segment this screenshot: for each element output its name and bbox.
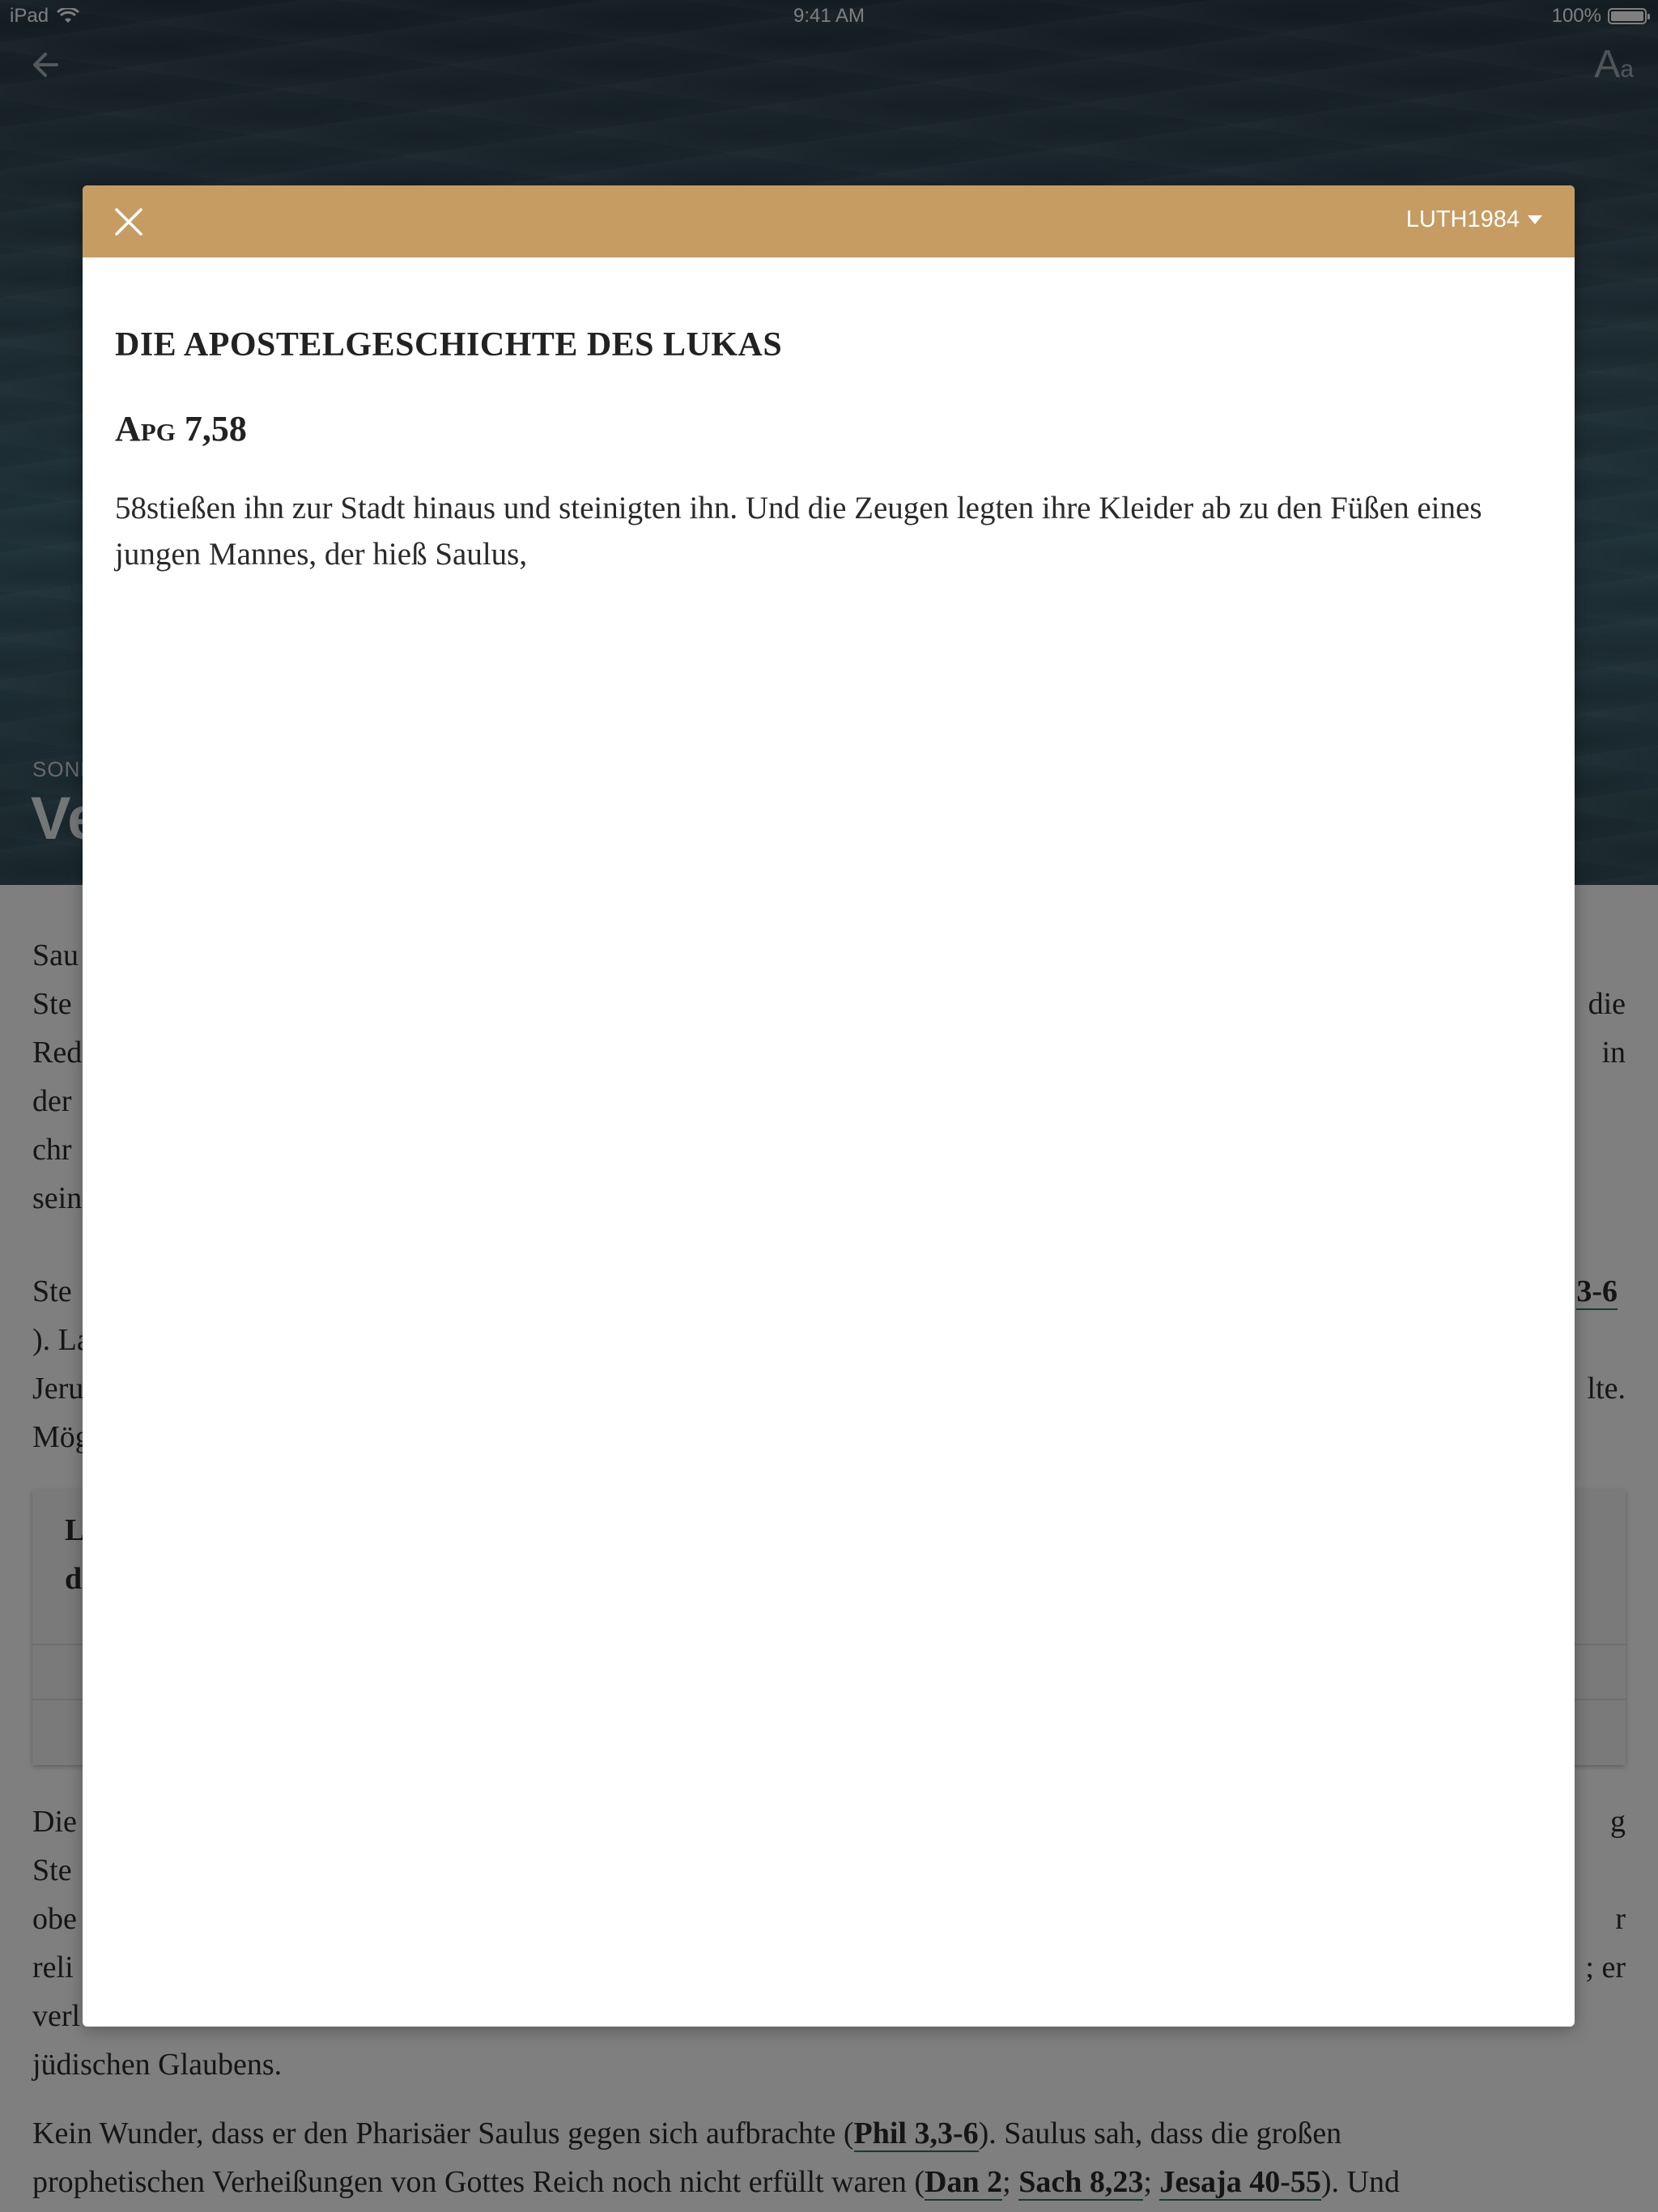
caret-down-icon xyxy=(1528,215,1542,224)
verse-reference: Apg 7,58 xyxy=(115,409,247,449)
book-title: DIE APOSTELGESCHICHTE DES LUKAS xyxy=(115,326,783,364)
modal-header: LUTH1984 xyxy=(83,185,1575,257)
verse-text: 58stießen ihn zur Stadt hinaus und stein… xyxy=(115,491,1482,572)
version-label: LUTH1984 xyxy=(1405,206,1520,232)
close-icon[interactable] xyxy=(110,203,147,240)
bible-verse-modal: LUTH1984 DIE APOSTELGESCHICHTE DES LUKAS… xyxy=(83,185,1575,2027)
bible-version-selector[interactable]: LUTH1984 xyxy=(1406,206,1542,233)
